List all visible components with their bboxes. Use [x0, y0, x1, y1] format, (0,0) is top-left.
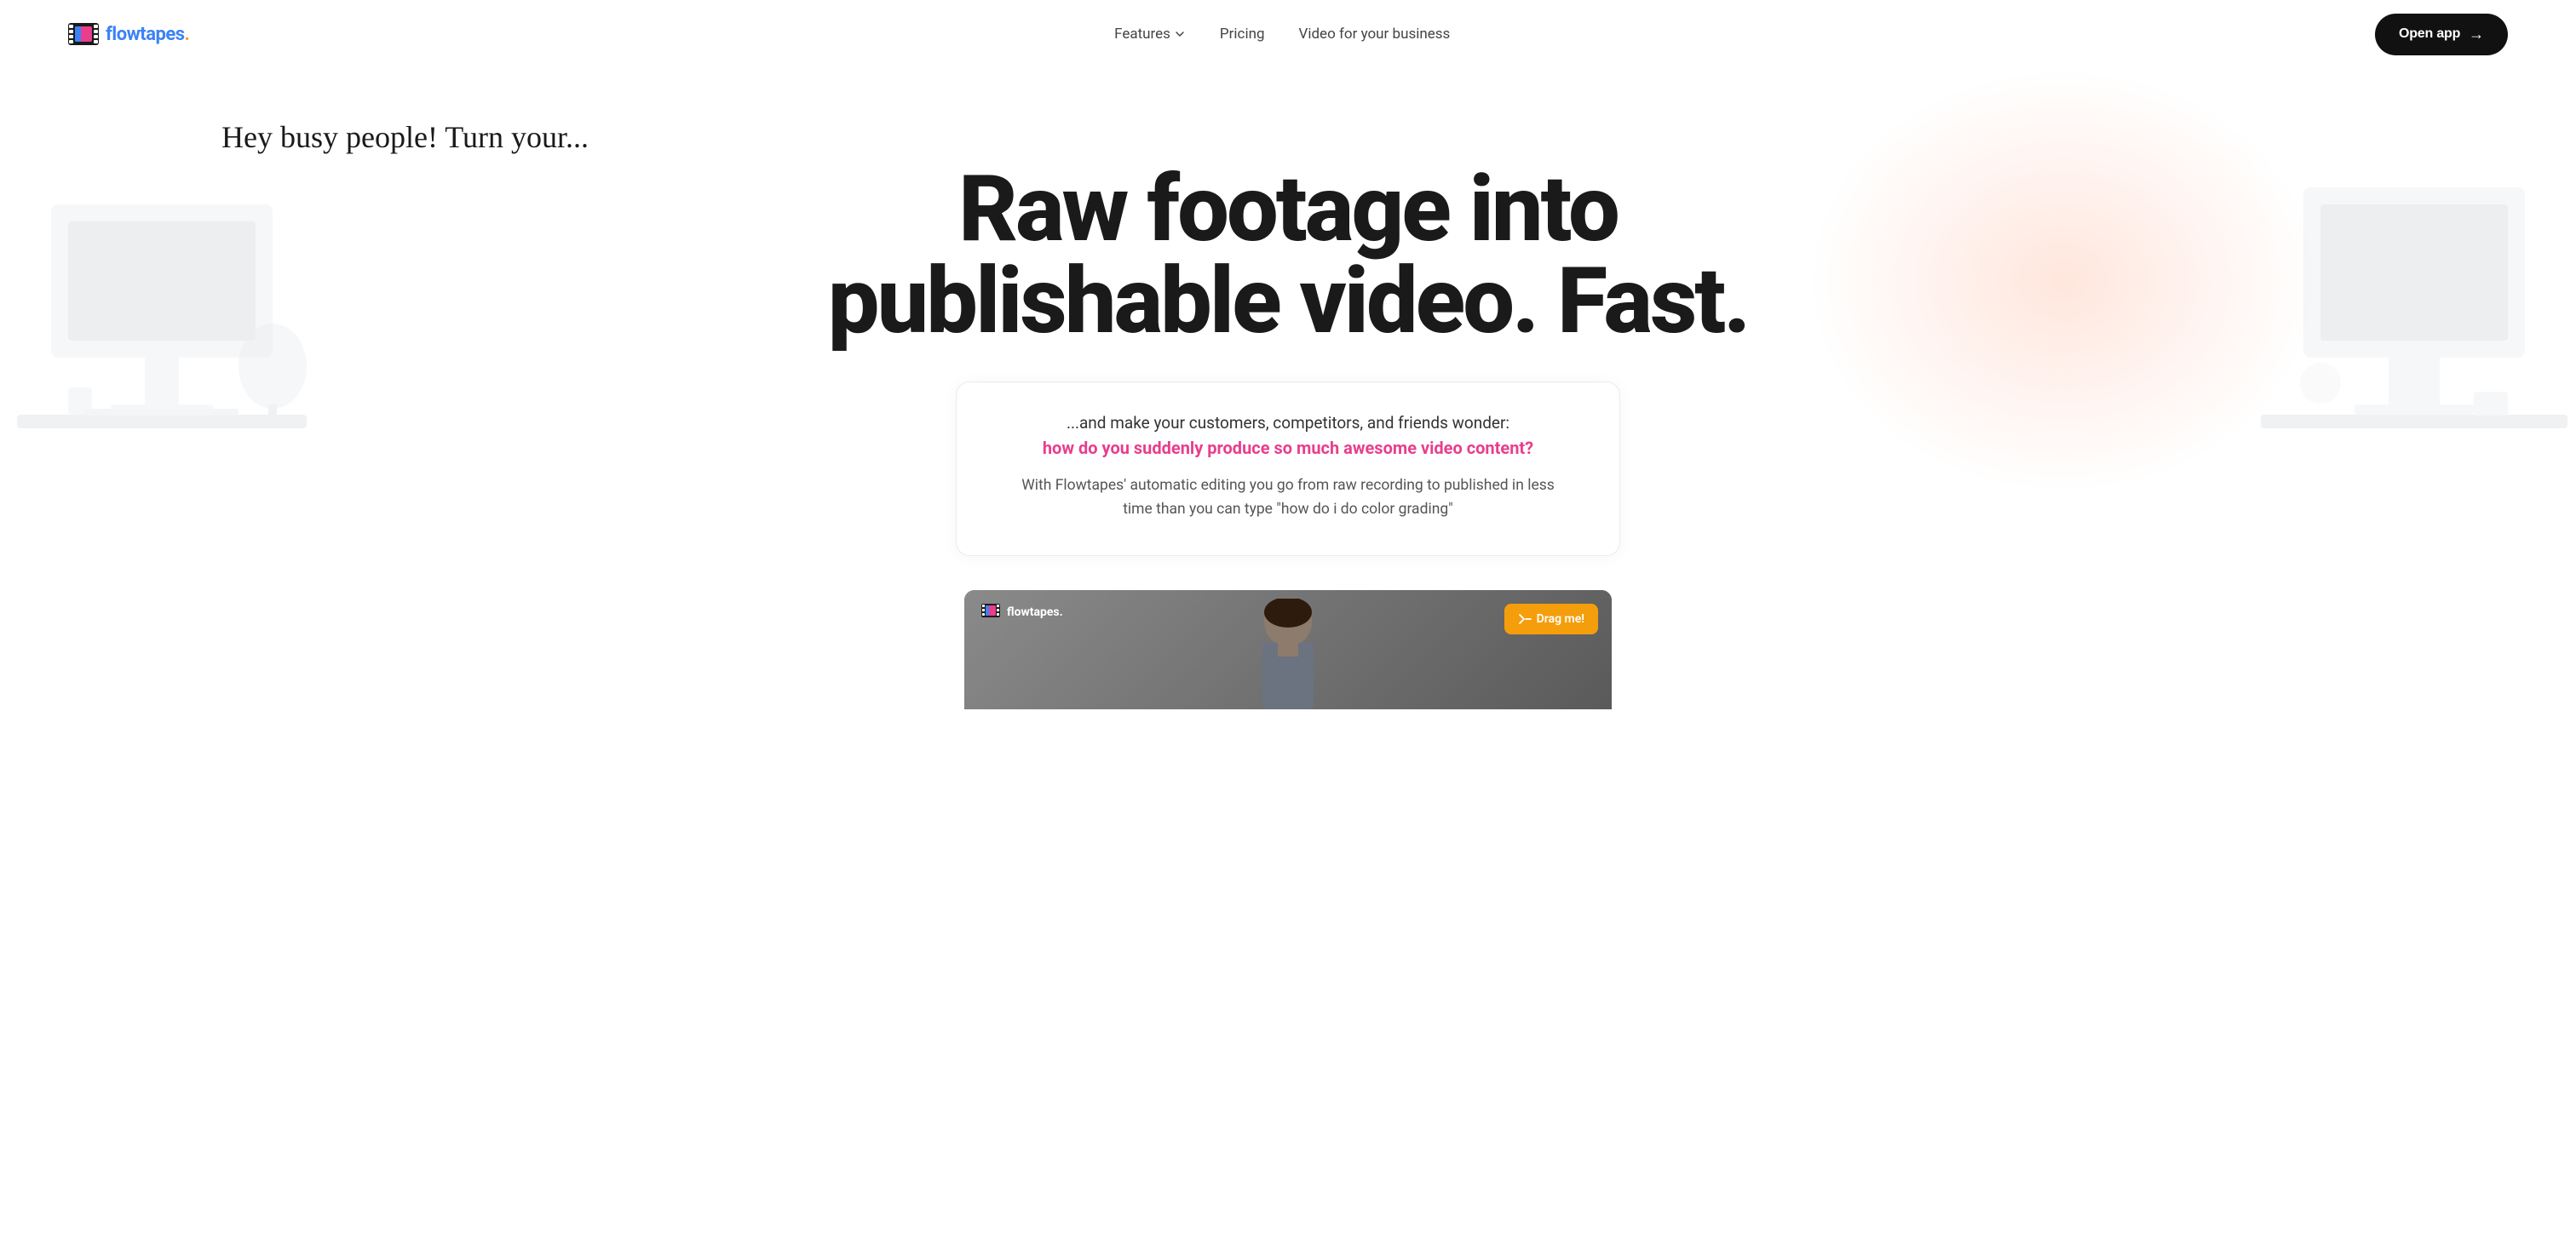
hero-wonder-text: ...and make your customers, competitors,… — [1008, 413, 1568, 433]
nav-features[interactable]: Features — [1114, 26, 1186, 43]
navbar: flowtapes. Features Pricing Video for yo… — [0, 0, 2576, 68]
drag-me-label: Drag me! — [1537, 612, 1584, 626]
features-label: Features — [1114, 26, 1170, 43]
arrow-icon: → — [2469, 26, 2484, 43]
pricing-label: Pricing — [1220, 26, 1265, 43]
video-filmstrip-icon — [981, 604, 1000, 621]
hero-info-box: ...and make your customers, competitors,… — [956, 381, 1620, 556]
video-preview-card: flowtapes. — [964, 590, 1612, 709]
logo[interactable]: flowtapes. — [68, 22, 189, 46]
nav-links: Features Pricing Video for your business — [1114, 26, 1450, 43]
open-app-label: Open app — [2399, 26, 2460, 42]
person-silhouette — [1237, 599, 1339, 709]
logo-icon — [68, 22, 99, 46]
drag-me-button[interactable]: Drag me! — [1504, 604, 1598, 634]
hero-question: how do you suddenly produce so much awes… — [1008, 438, 1568, 458]
chevron-down-icon — [1174, 28, 1186, 40]
hero-content: Hey busy people! Turn your... Raw footag… — [34, 119, 2542, 709]
open-app-button[interactable]: Open app → — [2375, 14, 2508, 55]
nav-pricing[interactable]: Pricing — [1220, 26, 1265, 43]
hero-headline-line2: publishable video. Fast. — [828, 248, 1749, 355]
hero-handwriting: Hey busy people! Turn your... — [34, 119, 2542, 155]
business-label: Video for your business — [1299, 26, 1451, 43]
hero-video-area: flowtapes. — [34, 590, 2542, 709]
hero-section: Hey busy people! Turn your... Raw footag… — [0, 68, 2576, 709]
video-logo-text: flowtapes. — [1007, 605, 1063, 619]
hero-description: With Flowtapes' automatic editing you go… — [1008, 473, 1568, 521]
logo-text: flowtapes. — [106, 24, 189, 45]
hero-headline: Raw footage into publishable video. Fast… — [34, 163, 2542, 347]
drag-icon — [1518, 613, 1532, 625]
video-logo-area: flowtapes. — [981, 604, 1063, 621]
nav-business[interactable]: Video for your business — [1299, 26, 1451, 43]
